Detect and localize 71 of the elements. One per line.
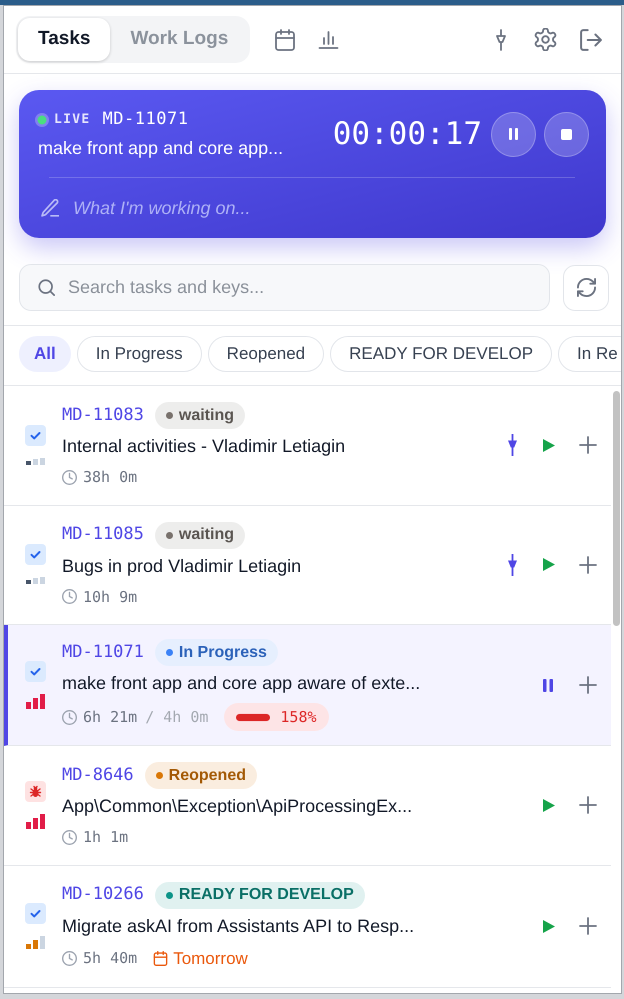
plus-icon[interactable] — [579, 436, 597, 454]
pause-button[interactable] — [491, 112, 536, 156]
pin-icon[interactable] — [495, 28, 507, 50]
stop-icon — [561, 128, 572, 140]
live-dot-icon — [35, 112, 49, 126]
task-key[interactable]: MD-10266 — [62, 882, 144, 908]
status-label: READY FOR DEVELOP — [178, 885, 354, 905]
settings-icon[interactable] — [534, 28, 557, 51]
task-key[interactable]: MD-11085 — [62, 522, 144, 548]
pin-icon[interactable] — [507, 554, 518, 576]
clock-icon — [62, 830, 77, 845]
pencil-icon — [41, 199, 59, 217]
time-spent: 10h 9m — [83, 586, 138, 608]
timer-display: 00:00:17 — [332, 114, 482, 154]
live-task-title: make front app and core app... — [37, 136, 284, 160]
live-label: LIVE — [54, 110, 91, 129]
clock-icon — [62, 589, 77, 604]
filter-chip[interactable]: READY FOR DEVELOP — [330, 336, 552, 372]
task-key[interactable]: MD-11071 — [62, 640, 144, 666]
clock-icon — [62, 710, 77, 724]
task-title: Migrate askAI from Assistants API to Resp... — [62, 914, 416, 938]
plus-icon[interactable] — [579, 556, 597, 574]
scrollbar-thumb[interactable] — [612, 391, 620, 626]
time-spent: 5h 40m — [83, 948, 138, 969]
task-key[interactable]: MD-11083 — [62, 402, 144, 428]
time-estimate: / 4h 0m — [145, 706, 208, 728]
status-label: waiting — [178, 406, 234, 426]
search-field[interactable]: Search tasks and keys... — [19, 264, 550, 311]
filter-chip[interactable]: In Re — [558, 336, 621, 372]
filter-chip[interactable]: All — [19, 336, 71, 372]
status-label: waiting — [178, 525, 234, 545]
stop-button[interactable] — [544, 112, 589, 156]
task-title: App\Common\Exception\ApiProcessingEx... — [62, 795, 414, 818]
filter-chip[interactable]: Reopened — [208, 336, 324, 372]
note-field[interactable]: What I'm working on... — [73, 195, 589, 221]
search-icon — [38, 279, 55, 296]
plus-icon[interactable] — [579, 917, 597, 936]
task-title: Internal activities - Vladimir Letiagin — [62, 435, 346, 458]
play-icon[interactable] — [543, 920, 555, 933]
plus-icon[interactable] — [579, 676, 597, 694]
task-row[interactable]: MD-11071 In Progress make front app and core app aware of exte... 6h 21m / 4h 0m 158% — [4, 625, 611, 746]
filter-chip[interactable]: In Progress — [76, 336, 202, 372]
clock-icon — [62, 950, 77, 966]
refresh-button[interactable] — [563, 264, 609, 310]
task-title: Bugs in prod Vladimir Letiagin — [62, 554, 302, 578]
due-date: Tomorrow — [173, 948, 248, 970]
calendar-icon — [153, 950, 168, 966]
tab[interactable]: Tasks — [18, 18, 110, 61]
task-row[interactable]: MD-11085 waiting Bugs in prod Vladimir Letiagin 10h 9m — [4, 506, 611, 625]
play-icon[interactable] — [543, 558, 555, 572]
time-spent: 1h 1m — [83, 827, 128, 848]
task-title: make front app and core app aware of exte... — [62, 672, 422, 695]
live-task-key: MD-11071 — [102, 106, 188, 132]
task-key[interactable]: MD-8646 — [62, 762, 134, 788]
play-icon[interactable] — [543, 798, 555, 812]
status-label: Reopened — [168, 766, 246, 786]
logout-icon[interactable] — [580, 28, 602, 50]
pin-icon[interactable] — [507, 434, 518, 456]
overrun-percent: 158% — [280, 706, 317, 728]
pause-icon[interactable] — [543, 678, 553, 692]
pause-icon — [509, 128, 518, 140]
calendar-icon[interactable] — [274, 28, 296, 50]
task-row[interactable]: MD-10266 READY FOR DEVELOP Migrate askAI from Assistants API to Resp... 5h 40m Tomorrow — [4, 866, 611, 988]
play-icon[interactable] — [543, 438, 555, 452]
status-label: In Progress — [178, 642, 267, 662]
plus-icon[interactable] — [579, 796, 597, 814]
time-spent: 38h 0m — [83, 467, 138, 488]
time-spent: 6h 21m — [83, 706, 138, 728]
clock-icon — [62, 470, 77, 485]
refresh-icon — [576, 278, 596, 297]
bar-chart-icon[interactable] — [318, 30, 340, 48]
